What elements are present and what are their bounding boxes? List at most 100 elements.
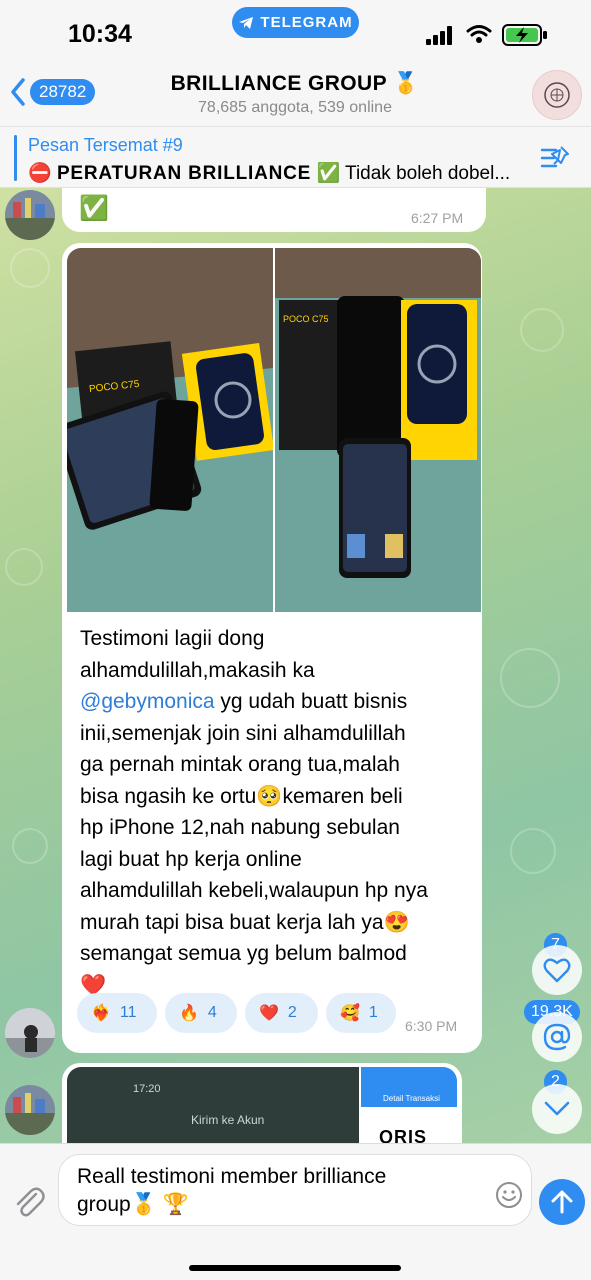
message-composer: Reall testimoni member brilliance group🥇… [0, 1143, 591, 1280]
text-line: lagi buat hp kerja online [80, 847, 302, 871]
heart-outline-icon [543, 958, 571, 983]
chevron-down-icon [544, 1101, 570, 1116]
scroll-down-button[interactable] [532, 1084, 582, 1134]
arrow-up-icon [551, 1190, 573, 1214]
avatar-photo [5, 1008, 55, 1058]
reaction-count: 11 [119, 1004, 137, 1021]
check-mark-emoji: ✅ [79, 195, 109, 222]
text-line: semangat semua yg belum balmod [80, 942, 407, 965]
medal-trophy-emoji: 🥇 🏆 [130, 1193, 189, 1216]
text-line: @gebymonica yg udah buatt bisnis [80, 686, 480, 718]
message-time: 6:27 PM [411, 210, 464, 226]
battery-icon [502, 24, 547, 46]
mentions-button[interactable] [532, 1012, 582, 1062]
send-button[interactable] [539, 1179, 585, 1225]
wifi-icon [466, 25, 492, 43]
doodle [500, 648, 560, 708]
pinned-text: ⛔ PERATURAN BRILLIANCE ✅ Tidak boleh dob… [28, 161, 548, 185]
emoji-icon[interactable] [495, 1181, 523, 1209]
fire-icon: 🔥 [179, 1005, 199, 1022]
chat-area[interactable]: ✅ 6:27 PM POCO C75 POCO C75 Testimoni la… [0, 188, 591, 1143]
message-text: Testimoni lagii dong alhamdulillah,makas… [80, 623, 480, 1001]
pinned-indicator [14, 135, 17, 181]
paperclip-icon[interactable] [12, 1184, 46, 1220]
avatar-photo [5, 190, 55, 240]
group-logo-icon [544, 82, 570, 108]
message-draft: Reall testimoni member brilliance group🥇… [77, 1163, 477, 1219]
sender-avatar[interactable] [5, 1085, 55, 1135]
photo-phone-boxes: POCO C75 [275, 248, 481, 612]
unread-chats-badge: 28782 [30, 79, 96, 105]
smiling-hearts-icon: 🥰 [340, 1005, 360, 1022]
text-fragment: kemaren beli [282, 784, 403, 808]
draft-line: Reall testimoni member brilliance [77, 1165, 387, 1188]
doodle [520, 308, 564, 352]
detail-title: Detail Transaksi [383, 1094, 440, 1103]
group-avatar[interactable] [532, 70, 582, 120]
text-line: alhamdulillah kebeli,walaupun hp nya [80, 879, 428, 902]
check-mark-icon: ✅ [316, 163, 341, 184]
chevron-left-icon [11, 78, 25, 106]
reaction-heart[interactable]: ❤️ 2 [245, 993, 318, 1033]
pinned-title: Pesan Tersemat #9 [28, 135, 183, 155]
text-line: ga pernah mintak orang tua,malah [80, 753, 400, 776]
reaction-smiling-hearts[interactable]: 🥰 1 [326, 993, 396, 1033]
chat-header: 28782 BRILLIANCE GROUP 🥇 78,685 anggota,… [0, 66, 591, 126]
red-heart-icon: ❤️ [259, 1005, 279, 1022]
pinned-message-bar[interactable]: Pesan Tersemat #9 ⛔ PERATURAN BRILLIANCE… [0, 126, 591, 188]
sender-avatar[interactable] [5, 1008, 55, 1058]
text-line: murah tapi bisa buat kerja lah ya😍 [80, 907, 480, 939]
back-button[interactable]: 28782 [10, 78, 96, 106]
telegram-pill[interactable]: TELEGRAM [232, 7, 359, 38]
chat-title-text: BRILLIANCE GROUP [170, 72, 387, 95]
unread-reactions-button[interactable] [532, 945, 582, 995]
message-bubble[interactable]: 17:20 Kirim ke Akun 0895-1396-5314 Detai… [62, 1063, 462, 1143]
pinned-preview: Tidak boleh dobel... [345, 163, 511, 184]
draft-text: group [77, 1193, 131, 1216]
signal-icon [426, 26, 456, 45]
pleading-face-emoji: 🥺 [256, 784, 283, 808]
heart-on-fire-icon: ❤️‍🔥 [91, 1005, 111, 1022]
box-label: POCO C75 [283, 314, 329, 324]
message-input[interactable]: Reall testimoni member brilliance group🥇… [58, 1154, 532, 1226]
no-entry-icon: ⛔ [28, 163, 52, 184]
photo-attachment[interactable]: POCO C75 [275, 248, 481, 612]
text-fragment: murah tapi bisa buat kerja lah ya [80, 910, 384, 934]
mention-link[interactable]: @gebymonica [80, 690, 215, 713]
qris-logo: QRIS [379, 1127, 428, 1143]
text-line: hp iPhone 12,nah nabung sebulan [80, 816, 400, 839]
pinned-list-icon[interactable] [540, 145, 570, 171]
photo-attachment[interactable]: Detail Transaksi QRIS [361, 1067, 457, 1143]
phone-header: Kirim ke Akun [191, 1113, 265, 1127]
photo-phone-boxes: POCO C75 [67, 248, 273, 612]
gold-medal-icon: 🥇 [392, 72, 420, 95]
reaction-heart-on-fire[interactable]: ❤️‍🔥 11 [77, 993, 157, 1033]
chat-subtitle: 78,685 anggota, 539 online [198, 99, 392, 116]
text-line: inii,semenjak join sini alhamdulillah [80, 721, 406, 745]
reaction-fire[interactable]: 🔥 4 [165, 993, 237, 1033]
status-bar: 10:34 TELEGRAM [0, 0, 591, 66]
reaction-count: 4 [207, 1004, 217, 1021]
text-line: bisa ngasih ke ortu🥺kemaren beli [80, 781, 480, 813]
message-time: 6:30 PM [405, 1018, 458, 1034]
heart-eyes-emoji: 😍 [383, 910, 410, 934]
reaction-count: 1 [368, 1004, 378, 1021]
phone-time: 17:20 [133, 1083, 161, 1095]
doodle [5, 548, 43, 586]
home-indicator [189, 1265, 401, 1271]
photo-attachment[interactable]: POCO C75 [67, 248, 273, 612]
telegram-pill-label: TELEGRAM [260, 14, 353, 31]
message-bubble[interactable]: POCO C75 POCO C75 Testimoni lagii dong a… [62, 243, 482, 1053]
message-bubble[interactable]: ✅ 6:27 PM [62, 188, 486, 232]
photo-attachment[interactable]: 17:20 Kirim ke Akun 0895-1396-5314 [67, 1067, 359, 1143]
text-fragment: bisa ngasih ke ortu [80, 784, 257, 808]
draft-line: group🥇 🏆 [77, 1191, 477, 1219]
avatar-photo [5, 1085, 55, 1135]
status-time: 10:34 [68, 20, 132, 48]
doodle [12, 828, 48, 864]
chat-title[interactable]: BRILLIANCE GROUP 🥇 [150, 72, 440, 96]
reaction-count: 2 [287, 1004, 297, 1021]
telegram-icon [239, 16, 254, 29]
doodle [510, 828, 556, 874]
sender-avatar[interactable] [5, 190, 55, 240]
